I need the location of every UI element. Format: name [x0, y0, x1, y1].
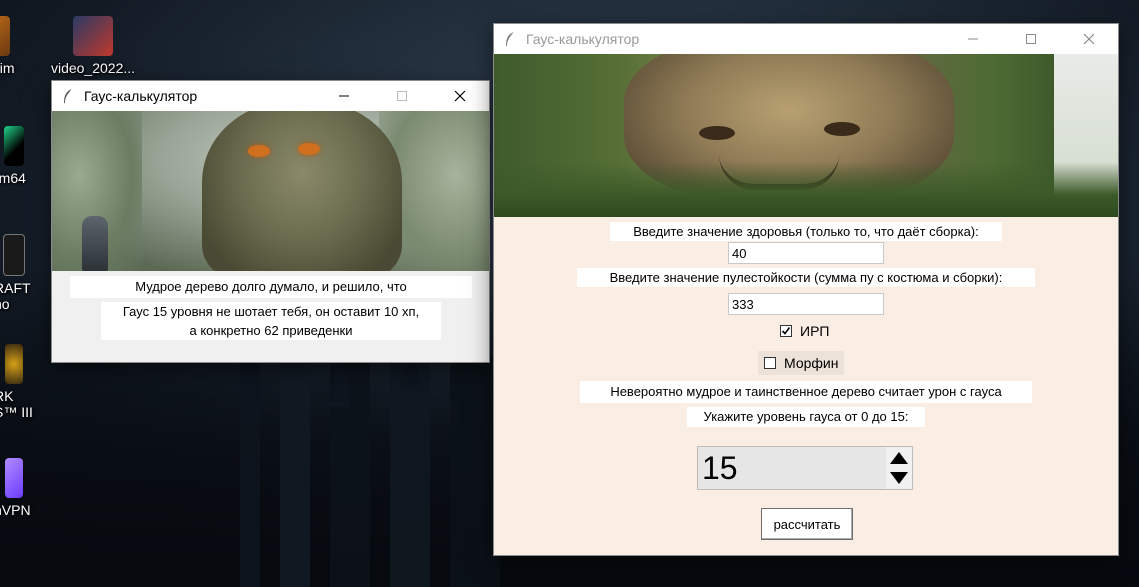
knight-figure [82, 216, 108, 271]
result-line-3: а конкретно 62 приведенки [101, 321, 441, 340]
maximize-icon [397, 91, 407, 101]
health-input[interactable]: 40 [728, 242, 884, 264]
close-button[interactable] [1060, 24, 1118, 54]
result-window-titlebar[interactable]: Гаус-калькулятор [52, 81, 489, 111]
maximize-icon [1026, 34, 1036, 44]
feather-icon [60, 88, 76, 104]
result-line-2: Гаус 15 уровня не шотает тебя, он остави… [101, 302, 441, 321]
desktop-icon-label: rm64 [0, 170, 26, 186]
checkbox-box [780, 325, 792, 337]
calculate-button[interactable]: рассчитать [761, 508, 853, 540]
desktop-icon-label: S™ III [0, 404, 33, 420]
wise-tree-face-image [494, 54, 1118, 217]
desktop-icon-label: video_2022... [50, 60, 136, 76]
result-window: Гаус-калькулятор Мудрое дерево долго дум… [51, 80, 490, 363]
info-text: Невероятно мудрое и таинственное дерево … [580, 381, 1032, 403]
pycharm-icon [4, 126, 24, 166]
calculator-window: Гаус-калькулятор Введите значение здоров… [493, 23, 1119, 556]
desktop-icon-label: eim [0, 60, 15, 76]
desktop-icon-label: RAFT [0, 280, 31, 296]
wise-tree-image [52, 111, 489, 271]
maximize-button[interactable] [1002, 24, 1060, 54]
desktop-icon-pycharm[interactable]: rm64 [0, 126, 34, 186]
desktop-icon-game[interactable]: RK S™ III [0, 344, 34, 420]
desktop-icon-minecraft[interactable]: RAFT no [0, 234, 34, 312]
minimize-button[interactable] [944, 24, 1002, 54]
level-spinbox[interactable]: 15 [697, 446, 913, 490]
morphine-checkbox[interactable]: Морфин [758, 351, 845, 375]
level-value[interactable]: 15 [702, 452, 738, 484]
app-icon-w [0, 16, 10, 56]
desktop-icon-video[interactable]: video_2022... [48, 16, 138, 76]
game-icon [5, 344, 23, 384]
window-title: Гаус-калькулятор [526, 31, 640, 47]
checkmark-icon [781, 327, 791, 335]
close-icon [1083, 33, 1095, 45]
desktop-icon-label: RK [0, 388, 14, 404]
desktop-icon-app[interactable]: eim [0, 16, 32, 76]
desktop-icon-label: no [0, 296, 10, 312]
video-file-icon [73, 16, 113, 56]
spin-up-arrow-icon[interactable] [889, 450, 909, 471]
minecraft-launcher-icon [3, 234, 25, 276]
level-label: Укажите уровень гауса от 0 до 15: [687, 407, 925, 427]
irp-checkbox[interactable]: ИРП [778, 321, 832, 341]
maximize-button[interactable] [373, 81, 431, 111]
health-label: Введите значение здоровья (только то, чт… [610, 222, 1002, 241]
spin-down-arrow-icon[interactable] [889, 470, 909, 491]
vpn-icon [5, 458, 23, 498]
minimize-button[interactable] [315, 81, 373, 111]
close-icon [454, 90, 466, 102]
irp-label: ИРП [800, 323, 830, 339]
window-title: Гаус-калькулятор [84, 88, 198, 104]
armor-input[interactable]: 333 [728, 293, 884, 315]
minimize-icon [968, 38, 978, 40]
calculator-window-titlebar[interactable]: Гаус-калькулятор [494, 24, 1118, 54]
result-line-1: Мудрое дерево долго думало, и решило, чт… [70, 276, 472, 298]
morphine-label: Морфин [784, 355, 839, 371]
armor-label: Введите значение пулестойкости (сумма пу… [577, 268, 1035, 287]
desktop-icon-label: nVPN [0, 502, 31, 518]
feather-icon [502, 31, 518, 47]
minimize-icon [339, 95, 349, 97]
checkbox-box [764, 357, 776, 369]
desktop-icon-vpn[interactable]: nVPN [0, 458, 34, 518]
close-button[interactable] [431, 81, 489, 111]
wallpaper-castle-silhouette [220, 357, 540, 587]
